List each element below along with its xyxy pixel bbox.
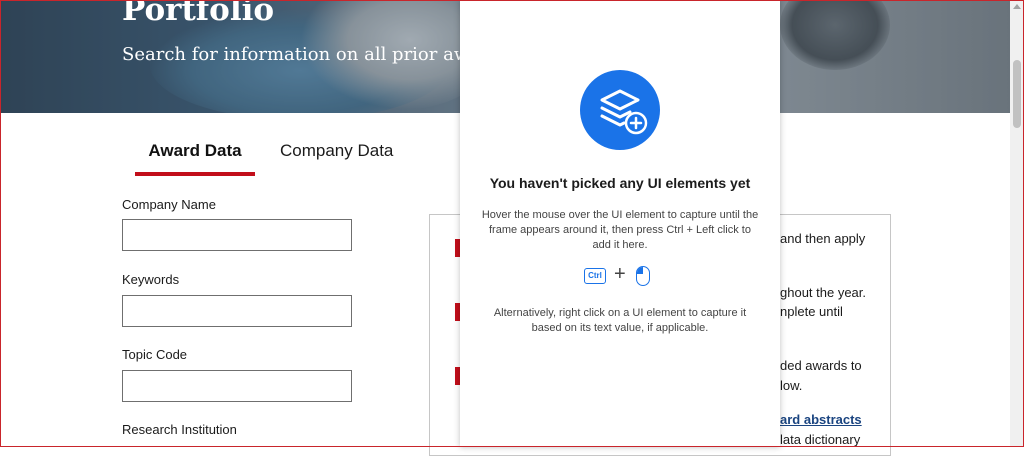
mouse-left-click-icon	[636, 266, 650, 286]
plus-sign: +	[614, 263, 626, 285]
page-subtitle: Search for information on all prior awar	[122, 44, 489, 65]
info-text: and then apply	[780, 231, 866, 246]
alternative-hint: Alternatively, right click on a UI eleme…	[493, 307, 747, 334]
info-text: nplete until	[780, 304, 843, 319]
keywords-label: Keywords	[122, 272, 180, 287]
active-tab-indicator	[135, 172, 255, 176]
info-text: low.	[780, 378, 803, 393]
empty-state-description: Hover the mouse over the UI element to c…	[481, 209, 759, 251]
company-name-input[interactable]	[122, 219, 352, 251]
topic-code-input[interactable]	[122, 370, 352, 402]
shortcut-hint: Ctrl +	[584, 263, 664, 288]
vertical-scrollbar[interactable]	[1010, 0, 1024, 447]
scroll-thumb[interactable]	[1013, 60, 1021, 128]
ctrl-key-icon: Ctrl	[584, 268, 606, 284]
scroll-up-icon[interactable]	[1013, 4, 1021, 9]
research-institution-label: Research Institution	[122, 422, 237, 437]
keywords-input[interactable]	[122, 295, 352, 327]
empty-state-title: You haven't picked any UI elements yet	[489, 175, 751, 191]
award-abstracts-link[interactable]: ard abstracts	[780, 412, 862, 427]
topic-code-label: Topic Code	[122, 347, 188, 362]
page-title: Portfolio	[122, 0, 275, 28]
tab-company-data[interactable]: Company Data	[280, 141, 393, 161]
ui-picker-panel: You haven't picked any UI elements yet H…	[460, 0, 780, 447]
layers-add-icon	[580, 70, 660, 150]
info-text: lata dictionary	[780, 432, 861, 447]
tab-award-data[interactable]: Award Data	[135, 141, 255, 161]
info-text: ghout the year.	[780, 285, 867, 300]
company-name-label: Company Name	[122, 197, 216, 212]
info-text: ded awards to	[780, 358, 862, 373]
